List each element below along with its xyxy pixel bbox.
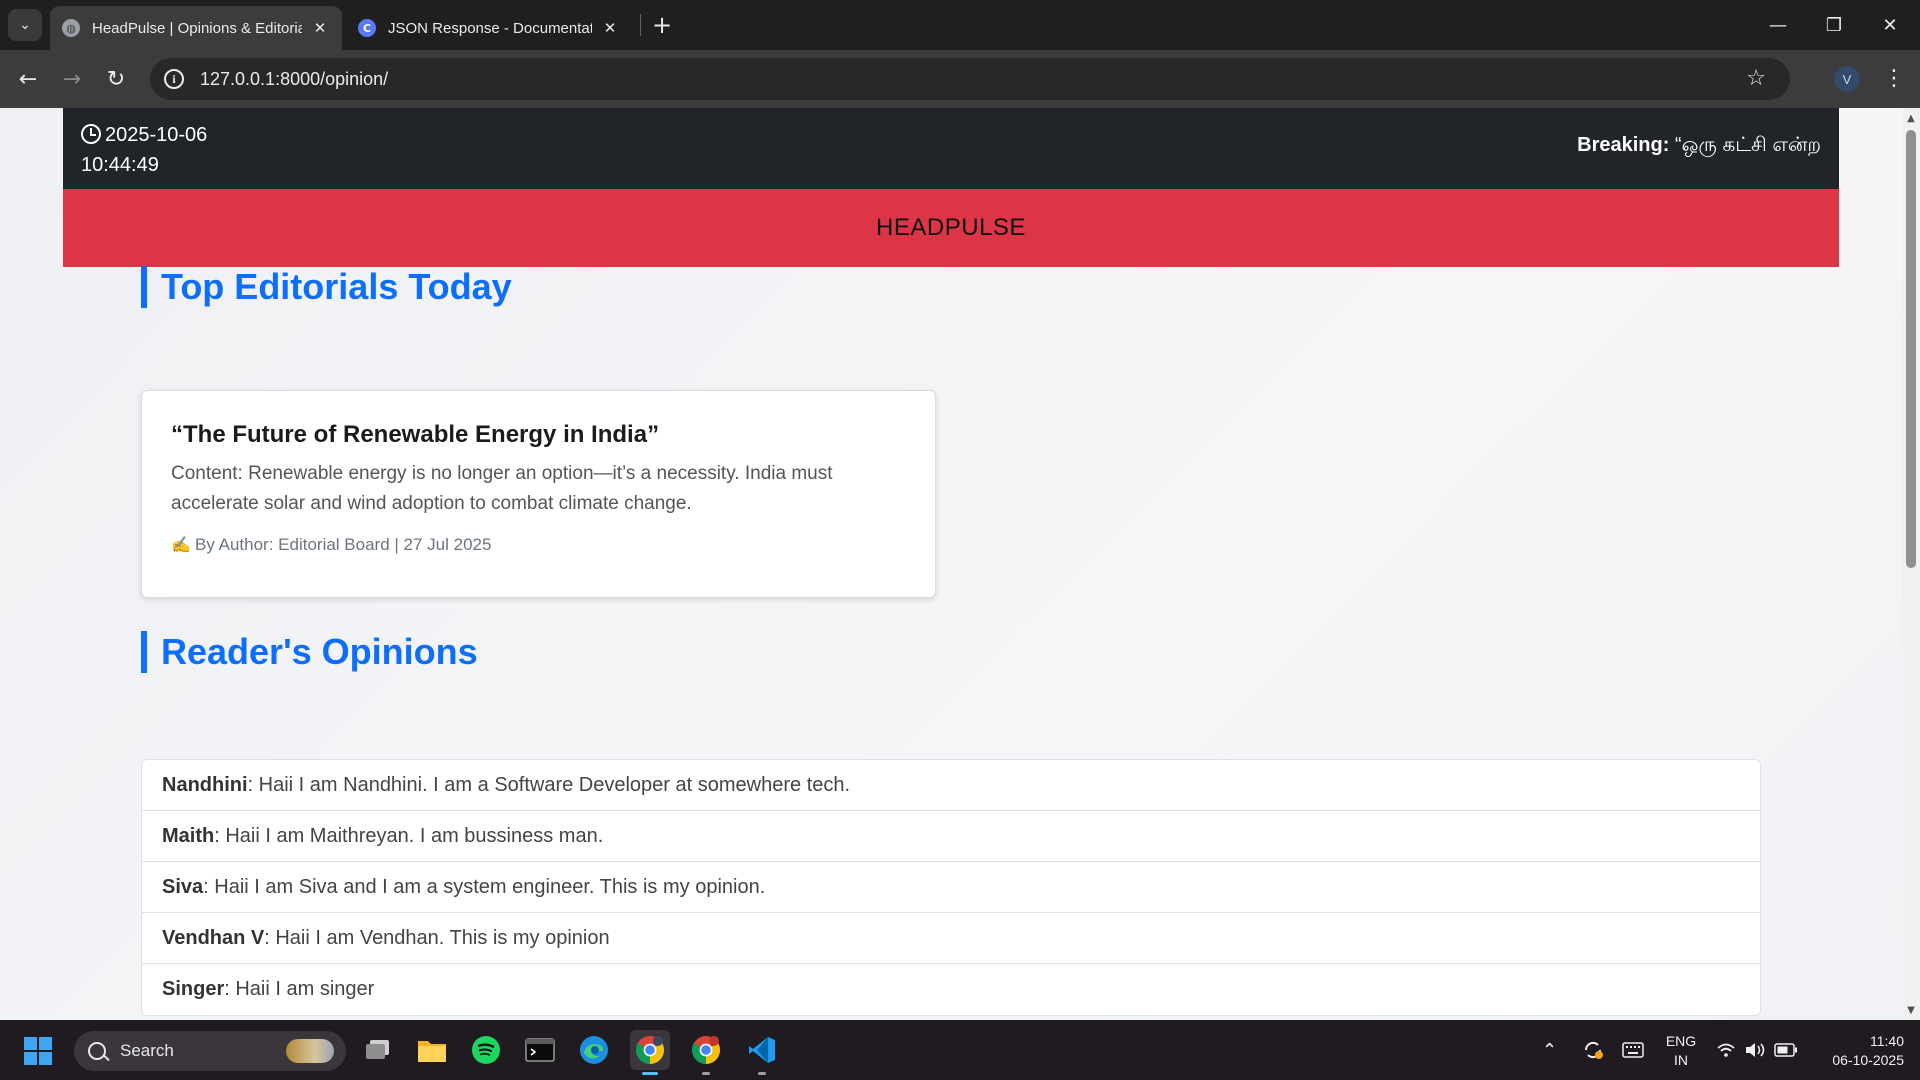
opinion-text: : Haii I am singer [224,978,375,1000]
opinion-author: Vendhan V [162,926,265,949]
top-info-bar: 2025-10-06 10:44:49 Breaking: “ஒரு கட்சி… [63,108,1839,189]
reload-button[interactable]: ↻ [100,63,132,95]
volume-icon[interactable] [1744,1020,1766,1080]
opinions-heading: Reader's Opinions [141,631,478,673]
language-code: ENG [1665,1033,1697,1049]
opinion-text: : Haii I am Maithreyan. I am bussiness m… [214,824,604,847]
tab-title: JSON Response - Documentatio [388,19,592,37]
search-highlight-image [286,1039,334,1063]
date-text: 2025-10-06 [105,124,208,146]
brand-banner: HEADPULSE [63,189,1839,267]
close-window-button[interactable]: ✕ [1862,0,1918,50]
opinion-author: Maith [162,824,215,847]
time-text: 10:44:49 [81,154,159,176]
opinion-author: Nandhini [162,773,248,796]
chrome-profile-icon[interactable] [686,1030,726,1075]
clock-date: 06-10-2025 [1832,1052,1904,1068]
datetime-display: 2025-10-06 10:44:49 [81,120,207,180]
opinion-author: Singer [162,978,225,1000]
scroll-down-arrow-icon[interactable]: ▼ [1905,1004,1917,1016]
taskbar-clock[interactable]: 11:40 06-10-2025 [1816,1032,1904,1070]
file-explorer-icon[interactable] [412,1030,452,1070]
windows-taskbar: Search ⌃ ENG IN 11:40 06-10-2025 [0,1020,1920,1080]
tab-separator [640,14,641,36]
running-app-indicator [758,1072,766,1075]
taskbar-search-box[interactable]: Search [74,1031,346,1071]
editorial-byline: By Author: Editorial Board | 27 Jul 2025 [195,535,492,554]
language-region: IN [1674,1052,1688,1068]
bookmark-star-icon[interactable]: ☆ [1746,66,1766,91]
wifi-icon[interactable] [1716,1020,1736,1080]
clock-time: 11:40 [1870,1033,1904,1049]
tab-headpulse[interactable]: ◍ HeadPulse | Opinions & Editoria ✕ [50,6,342,50]
restore-button[interactable]: ❐ [1806,0,1862,50]
writing-hand-icon: ✍ [171,537,191,554]
edge-icon[interactable] [574,1030,614,1070]
url-text[interactable]: 127.0.0.1:8000/opinion/ [200,69,388,90]
battery-icon[interactable] [1774,1020,1798,1080]
list-item: Siva: Haii I am Siva and I am a system e… [142,862,1760,913]
page-viewport: 2025-10-06 10:44:49 Breaking: “ஒரு கட்சி… [0,108,1902,1020]
chrome-icon[interactable] [630,1030,670,1075]
terminal-icon[interactable] [520,1030,560,1070]
back-button[interactable]: ← [12,63,44,95]
browser-menu-icon[interactable]: ⋮ [1878,62,1910,94]
site-info-icon[interactable]: i [164,69,184,89]
browser-toolbar: ← → ↻ i 127.0.0.1:8000/opinion/ ☆ V ⋮ [0,50,1920,108]
tab-json-response[interactable]: C JSON Response - Documentatio ✕ [346,6,632,50]
editorial-title: “The Future of Renewable Energy in India… [171,421,660,448]
opinion-text: : Haii I am Nandhini. I am a Software De… [247,773,851,796]
editorial-meta: ✍ By Author: Editorial Board | 27 Jul 202… [171,535,906,555]
opinion-author: Siva [162,875,204,898]
search-icon [88,1042,106,1060]
list-item: Vendhan V: Haii I am Vendhan. This is my… [142,913,1760,964]
list-item: Singer: Haii I am singer [142,964,1760,1015]
forward-button[interactable]: → [56,63,88,95]
browser-tab-strip: ⌄ ◍ HeadPulse | Opinions & Editoria ✕ C … [0,0,1920,50]
list-item: Nandhini: Haii I am Nandhini. I am a Sof… [142,760,1760,811]
tab-search-button[interactable]: ⌄ [8,9,42,41]
opinion-text: : Haii I am Vendhan. This is my opinion [264,926,610,949]
task-view-icon[interactable] [358,1030,398,1070]
sync-icon[interactable] [1582,1020,1604,1080]
opinion-text: : Haii I am Siva and I am a system engin… [203,875,766,898]
globe-icon: ◍ [62,19,80,37]
clock-icon [81,124,101,144]
spotify-icon[interactable] [466,1030,506,1070]
scrollbar-thumb[interactable] [1906,130,1916,568]
close-tab-icon[interactable]: ✕ [310,18,330,38]
breaking-news-ticker: Breaking: “ஒரு கட்சி என்ற [1521,134,1821,159]
docs-favicon-icon: C [358,19,376,37]
active-app-indicator [642,1072,658,1075]
page-scrollbar[interactable]: ▲ ▼ [1902,108,1920,1020]
input-language-indicator[interactable]: ENG IN [1664,1032,1698,1070]
show-hidden-icons-chevron-icon[interactable]: ⌃ [1542,1020,1557,1080]
new-tab-button[interactable]: + [648,11,676,39]
editorial-card[interactable]: “The Future of Renewable Energy in India… [141,390,936,598]
opinions-list: Nandhini: Haii I am Nandhini. I am a Sof… [141,759,1761,1016]
close-tab-icon[interactable]: ✕ [600,18,620,38]
keyboard-icon[interactable] [1622,1020,1644,1080]
ticker-text: “ஒரு கட்சி என்ற [1669,134,1821,156]
site-brand[interactable]: HEADPULSE [876,214,1026,242]
address-bar[interactable]: i 127.0.0.1:8000/opinion/ ☆ [150,58,1790,100]
vscode-icon[interactable] [742,1030,782,1075]
search-label: Search [120,1041,174,1060]
running-app-indicator [702,1072,710,1075]
list-item: Maith: Haii I am Maithreyan. I am bussin… [142,811,1760,862]
minimize-button[interactable]: — [1750,0,1806,50]
ticker-label: Breaking: [1577,134,1670,156]
profile-avatar[interactable]: V [1834,66,1860,92]
windows-start-icon[interactable] [24,1037,52,1065]
tab-title: HeadPulse | Opinions & Editoria [92,19,302,37]
editorial-content: Content: Renewable energy is no longer a… [171,463,833,514]
scroll-up-arrow-icon[interactable]: ▲ [1905,112,1917,124]
editorials-heading: Top Editorials Today [141,266,512,308]
